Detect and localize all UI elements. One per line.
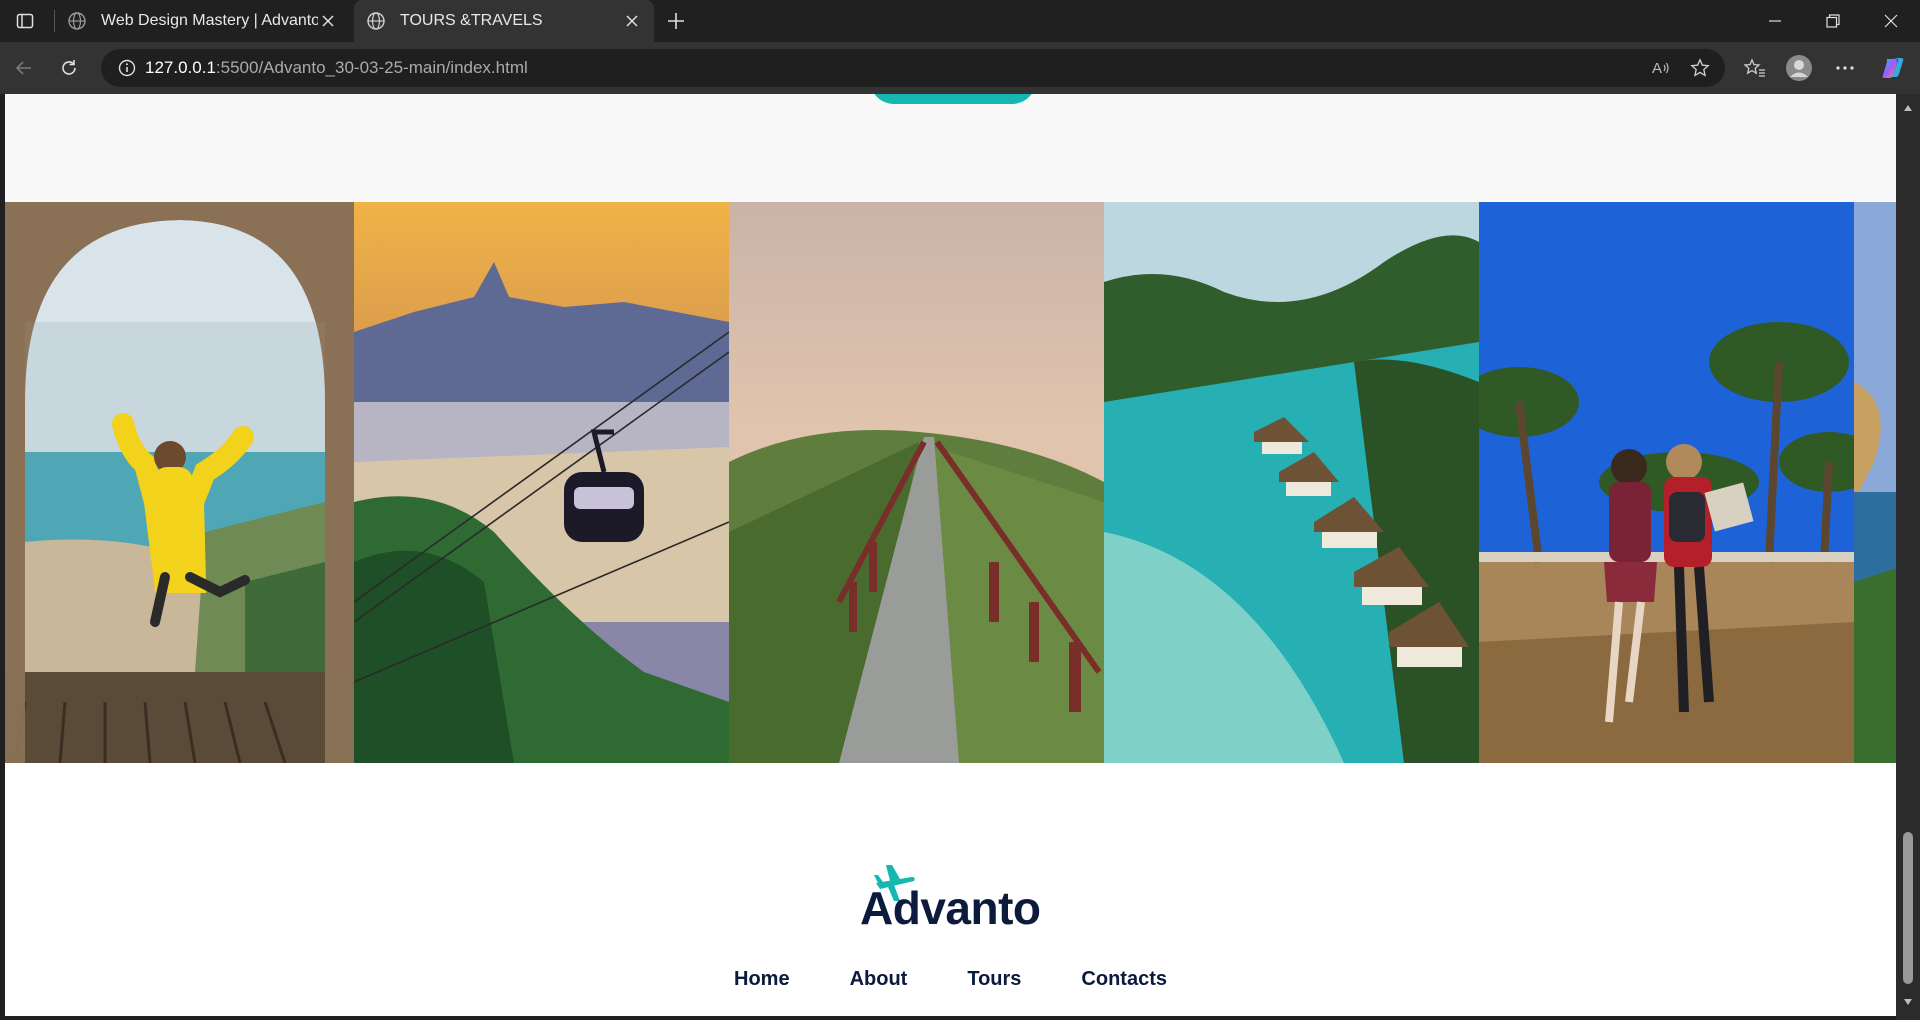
footer-link-about[interactable]: About (820, 968, 938, 991)
gallery-photo (1104, 202, 1479, 763)
url-path: :5500/Advanto_30-03-25-main/index.html (215, 58, 528, 77)
photo-gallery (5, 202, 1896, 763)
gallery-photo (5, 202, 354, 763)
gallery-photo (1479, 202, 1854, 763)
profile-avatar-icon[interactable] (1783, 52, 1815, 84)
scroll-down-icon[interactable] (1902, 996, 1914, 1008)
new-tab-icon[interactable] (662, 8, 690, 34)
toolbar: 127.0.0.1:5500/Advanto_30-03-25-main/ind… (0, 42, 1920, 94)
gallery-photo (1854, 202, 1896, 763)
tab-tours-travels[interactable]: TOURS &TRAVELS (354, 0, 654, 42)
refresh-icon[interactable] (53, 52, 85, 84)
site-info-icon[interactable] (109, 59, 145, 77)
tab-title: TOURS &TRAVELS (400, 12, 543, 29)
photo-coast-icon (1854, 202, 1896, 763)
cta-button[interactable] (870, 94, 1036, 104)
favorites-icon[interactable] (1739, 52, 1771, 84)
footer-link-contacts[interactable]: Contacts (1051, 968, 1197, 991)
footer-link-tours[interactable]: Tours (937, 968, 1051, 991)
tab-web-design-mastery[interactable]: Web Design Mastery | Advanto (55, 0, 350, 42)
url-host: 127.0.0.1 (145, 58, 216, 77)
read-aloud-icon[interactable]: A (1648, 54, 1676, 82)
globe-icon (367, 12, 385, 30)
svg-text:A: A (1652, 60, 1662, 77)
advanto-logo[interactable]: Advanto (860, 863, 1050, 934)
photo-cable-car-icon (354, 202, 729, 763)
window-close-icon[interactable] (1863, 0, 1919, 42)
restore-icon[interactable] (1805, 0, 1861, 42)
page-scrollbar[interactable] (1896, 94, 1920, 1020)
back-icon[interactable] (8, 52, 40, 84)
globe-icon (68, 12, 86, 30)
more-menu-icon[interactable] (1829, 52, 1861, 84)
footer-link-home[interactable]: Home (704, 968, 820, 991)
minimize-icon[interactable] (1747, 0, 1803, 42)
scroll-up-icon[interactable] (1902, 102, 1914, 114)
section-top (5, 94, 1896, 202)
photo-hill-path-icon (729, 202, 1104, 763)
gallery-photo (354, 202, 729, 763)
tab-title: Web Design Mastery | Advanto (101, 12, 318, 29)
copilot-icon[interactable] (1877, 52, 1909, 84)
favorite-star-icon[interactable] (1686, 54, 1714, 82)
close-icon[interactable] (318, 11, 338, 31)
tab-bar: Web Design Mastery | Advanto TOURS &TRAV… (0, 0, 1920, 42)
photo-jump-arch-icon (5, 202, 354, 763)
scrollbar-thumb[interactable] (1903, 832, 1913, 984)
close-icon[interactable] (622, 11, 642, 31)
logo-text: Advanto (860, 882, 1041, 934)
photo-lagoon-huts-icon (1104, 202, 1479, 763)
gallery-photo (729, 202, 1104, 763)
address-bar[interactable]: 127.0.0.1:5500/Advanto_30-03-25-main/ind… (101, 49, 1725, 87)
photo-palm-walk-icon (1479, 202, 1854, 763)
tab-actions-icon[interactable] (12, 9, 38, 33)
page-viewport: Advanto Home About Tours Contacts (5, 94, 1896, 1016)
url-text[interactable]: 127.0.0.1:5500/Advanto_30-03-25-main/ind… (145, 58, 528, 78)
footer: Advanto Home About Tours Contacts (5, 763, 1896, 1016)
footer-nav: Home About Tours Contacts (5, 968, 1896, 991)
